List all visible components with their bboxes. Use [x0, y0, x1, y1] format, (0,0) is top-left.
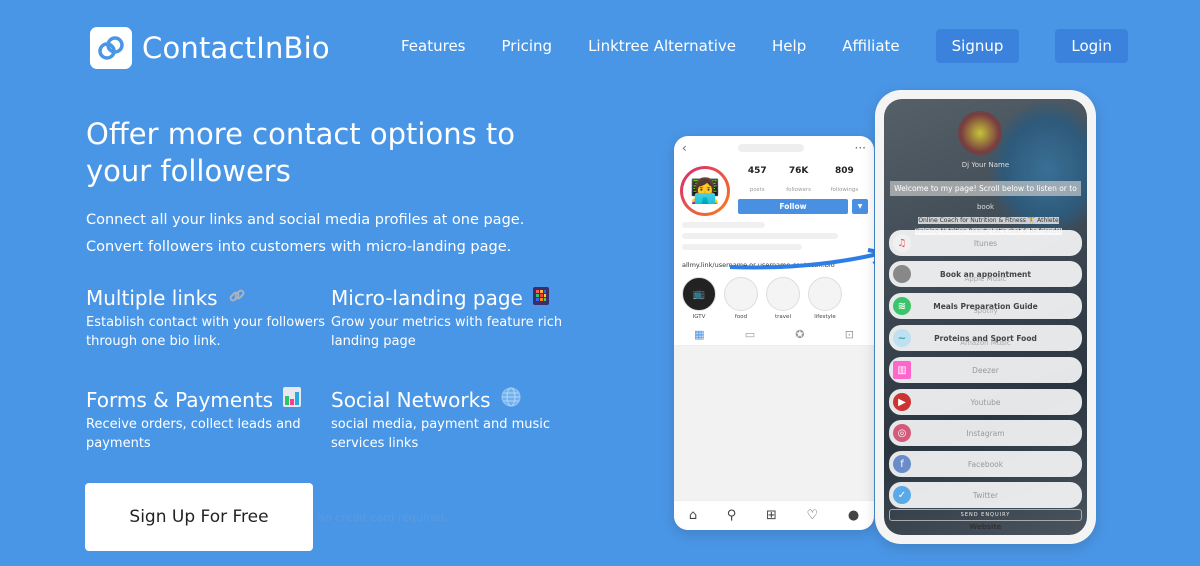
follow-button[interactable]: Follow	[738, 199, 848, 214]
feature-desc: Receive orders, collect leads and paymen…	[86, 417, 301, 451]
profile-icon: ●	[847, 508, 860, 523]
profile-name: Dj Your Name	[961, 161, 1010, 169]
main-nav: Features Pricing Linktree Alternative He…	[401, 29, 1164, 63]
arrow-icon	[729, 248, 888, 270]
welcome-text: Welcome to my page! Scroll below to list…	[890, 181, 1081, 196]
link-proteins[interactable]: ~ Proteins and Sport Food Amazon Music	[889, 325, 1082, 351]
avatar: 👩‍💻	[680, 166, 730, 216]
bar-chart-icon	[283, 387, 302, 412]
nav-linktree-alternative[interactable]: Linktree Alternative	[588, 29, 736, 63]
website-link[interactable]: Website	[884, 523, 1087, 531]
signup-free-button[interactable]: Sign Up For Free	[85, 483, 313, 551]
send-enquiry-button[interactable]: SEND ENQUIRY	[889, 509, 1082, 521]
highlight-lifestyle: lifestyle	[808, 277, 842, 320]
link-icon	[228, 286, 246, 310]
no-credit-card-note: No credit card required.	[317, 511, 448, 524]
link-meals-guide[interactable]: ≋ Meals Preparation Guide Spotify	[889, 293, 1082, 319]
feature-desc: Grow your metrics with feature rich land…	[331, 315, 563, 349]
twitter-icon: ✓	[893, 486, 911, 504]
hero-title: Offer more contact options to your follo…	[86, 117, 516, 188]
highlight-food: food	[724, 277, 758, 320]
feature-title: Social Networks	[331, 387, 491, 412]
tablet-tab-icon: ▭	[744, 328, 756, 341]
link-book-appointment[interactable]: Book an appointment Apple Music	[889, 261, 1082, 287]
hero-subtitle-line-1: Connect all your links and social media …	[86, 212, 525, 228]
star-tab-icon: ✪	[795, 328, 805, 341]
stat-followings: 809 followings	[830, 166, 859, 193]
feature-desc: Establish contact with your followers th…	[86, 315, 325, 349]
signup-button[interactable]: Signup	[935, 29, 1020, 63]
feature-title: Micro-landing page	[331, 286, 523, 310]
link-itunes[interactable]: ♫ Itunes	[889, 230, 1082, 256]
avatar-emoji-icon: 👩‍💻	[683, 169, 727, 213]
youtube-icon: ▶	[893, 393, 911, 411]
heart-icon: ♡	[806, 508, 819, 523]
instagram-icon: ◎	[893, 424, 911, 442]
link-twitter[interactable]: ✓ Twitter	[889, 482, 1082, 508]
feature-title: Forms & Payments	[86, 387, 274, 412]
globe-icon	[501, 387, 521, 412]
add-icon: ⊞	[765, 508, 777, 523]
post-grid	[674, 346, 874, 506]
nav-help[interactable]: Help	[772, 29, 806, 63]
hero-subtitle: Connect all your links and social media …	[86, 207, 524, 261]
book-text: book	[976, 203, 995, 211]
profile-avatar	[958, 111, 1002, 155]
highlight-travel: travel	[766, 277, 800, 320]
login-button[interactable]: Login	[1055, 29, 1128, 63]
link-youtube[interactable]: ▶ Youtube	[889, 389, 1082, 415]
logo-icon	[90, 27, 132, 69]
facebook-icon: f	[893, 455, 911, 473]
feature-title: Multiple links	[86, 286, 218, 310]
nav-affiliate[interactable]: Affiliate	[842, 29, 899, 63]
brand-name: ContactInBio	[142, 31, 330, 65]
nav-features[interactable]: Features	[401, 29, 466, 63]
more-icon: ···	[854, 141, 866, 155]
feature-multiple-links: Multiple links Establish contact with yo…	[86, 286, 331, 351]
home-icon: ⌂	[688, 508, 698, 523]
highlight-igtv: 📺 IGTV	[682, 277, 716, 320]
link-facebook[interactable]: f Facebook	[889, 451, 1082, 477]
link-deezer[interactable]: ▥ Deezer	[889, 357, 1082, 383]
tv-icon: 📺	[682, 277, 716, 311]
tagged-tab-icon: ⊡	[844, 328, 854, 341]
feature-micro-landing: Micro-landing page Grow your metrics wit…	[331, 286, 576, 351]
dropdown-icon[interactable]: ▼	[852, 199, 868, 214]
feature-forms-payments: Forms & Payments Receive orders, collect…	[86, 387, 331, 453]
link-instagram[interactable]: ◎ Instagram	[889, 420, 1082, 446]
feature-desc: social media, payment and music services…	[331, 417, 551, 451]
instagram-profile-mockup: ‹ ··· 👩‍💻 457 posts 76K followers 809 follo…	[674, 136, 874, 530]
hero-subtitle-line-2: Convert followers into customers with mi…	[86, 239, 512, 255]
grid-tab-icon: ▦	[694, 328, 705, 341]
stat-followers: 76K followers	[786, 166, 811, 193]
bio-page-mockup: Dj Your Name Welcome to my page! Scroll …	[875, 90, 1096, 544]
itunes-icon: ♫	[893, 234, 911, 252]
feature-social-networks: Social Networks social media, payment an…	[331, 387, 576, 453]
grid-icon	[532, 286, 549, 310]
search-icon: ⚲	[726, 508, 737, 523]
brand-logo[interactable]: ContactInBio	[90, 27, 330, 69]
deezer-icon: ▥	[893, 361, 911, 379]
nav-pricing[interactable]: Pricing	[502, 29, 553, 63]
stat-posts: 457 posts	[747, 166, 767, 193]
back-icon: ‹	[682, 141, 687, 155]
